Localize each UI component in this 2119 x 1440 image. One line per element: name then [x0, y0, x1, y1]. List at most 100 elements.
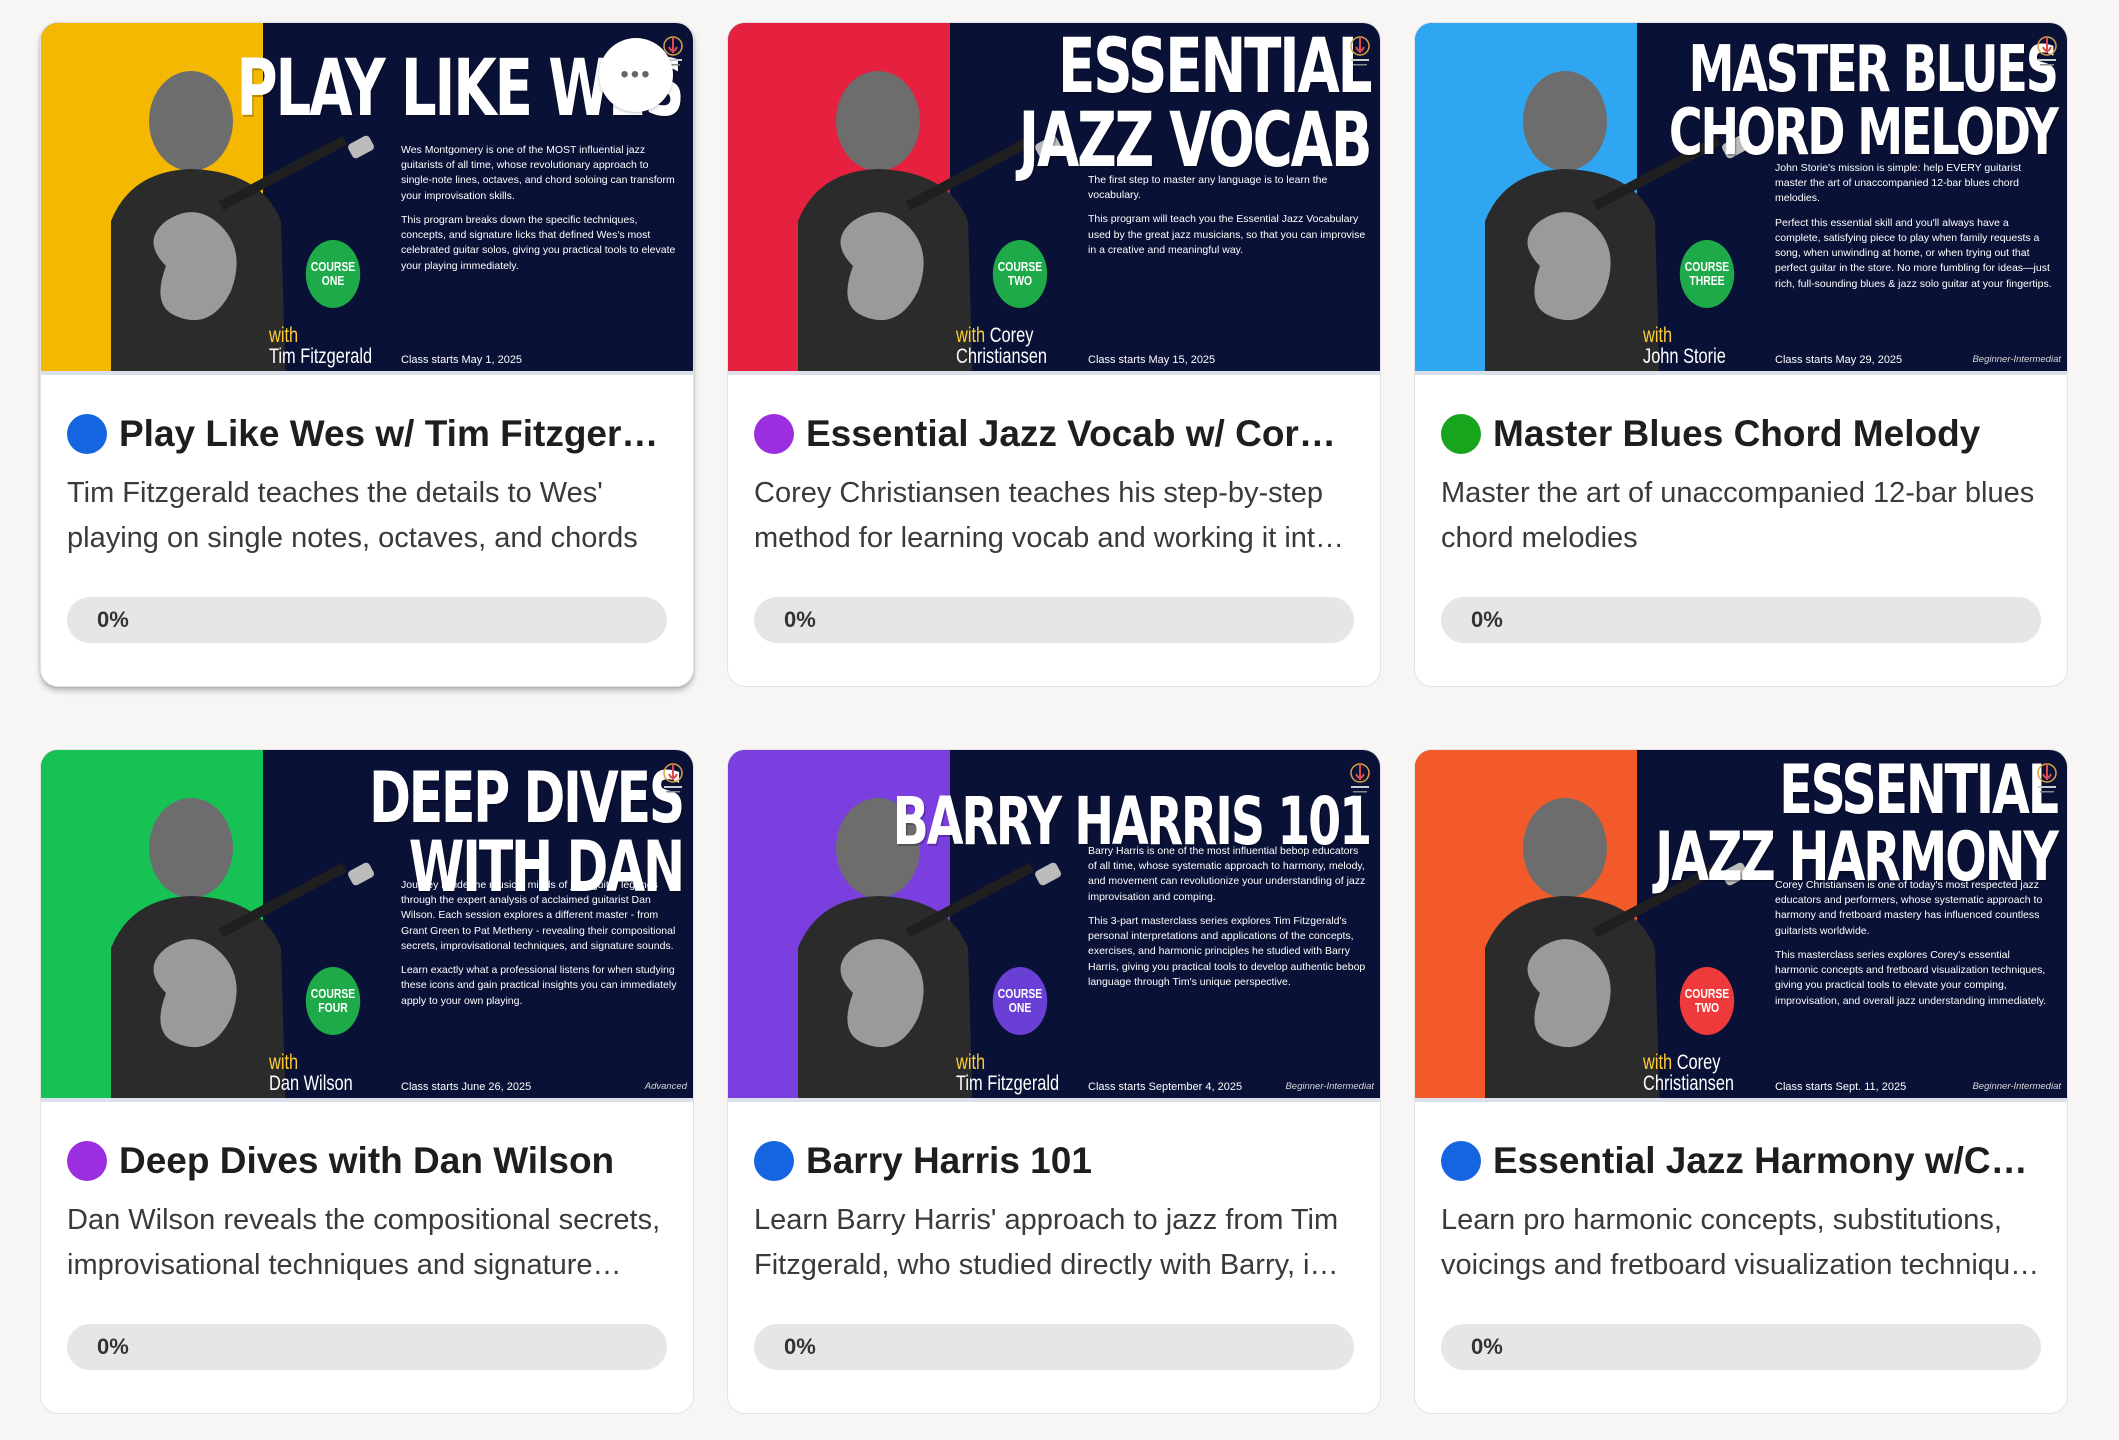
- course-number-badge: COURSE ONE: [305, 240, 361, 308]
- skill-level: Beginner-Intermediat: [1972, 1081, 2061, 1092]
- instructor-name: John Storie: [1643, 345, 1726, 368]
- thumbnail-bottom-border: [728, 1098, 1380, 1102]
- thumbnail-bottom-border: [1415, 1098, 2067, 1102]
- progress-label: 0%: [97, 607, 129, 632]
- course-card-3[interactable]: MASTER BLUES CHORD MELODY John Storie's m…: [1414, 22, 2068, 687]
- course-grid: PLAY LIKE WES Wes Montgomery is one of t…: [40, 22, 2068, 1414]
- instructor-name: Dan Wilson: [269, 1072, 353, 1095]
- course-card-1[interactable]: PLAY LIKE WES Wes Montgomery is one of t…: [40, 22, 694, 687]
- instructor-credit: with Tim Fitzgerald: [269, 325, 372, 367]
- course-color-dot-icon: [754, 1141, 794, 1181]
- with-word: with: [956, 324, 986, 347]
- course-title-row[interactable]: Deep Dives with Dan Wilson: [67, 1138, 667, 1184]
- course-title[interactable]: Essential Jazz Harmony w/Corey Christian…: [1493, 1140, 2041, 1182]
- course-description: Master the art of unaccompanied 12-bar b…: [1441, 477, 2035, 554]
- course-card-4[interactable]: DEEP DIVES WITH DAN Journey inside the mu…: [40, 749, 694, 1414]
- thumbnail-headline: ESSENTIAL JAZZ HARMONY: [1655, 757, 2059, 891]
- course-number-badge: COURSE ONE: [992, 967, 1048, 1035]
- instructor-credit: with Corey Christiansen: [1643, 1052, 1734, 1094]
- course-number-badge: COURSE FOUR: [305, 967, 361, 1035]
- thumbnail-description: John Storie's mission is simple: help EV…: [1775, 161, 2053, 301]
- course-thumbnail[interactable]: ESSENTIAL JAZZ VOCAB The first step to ma…: [728, 23, 1380, 375]
- skill-level: Beginner-Intermediat: [1285, 1081, 1374, 1092]
- course-title-row[interactable]: Barry Harris 101: [754, 1138, 1354, 1184]
- course-progress-bar: 0%: [67, 597, 667, 643]
- course-title[interactable]: Master Blues Chord Melody: [1493, 413, 1980, 455]
- with-word: with: [1643, 324, 1673, 347]
- instructor-credit: with Tim Fitzgerald: [956, 1052, 1059, 1094]
- thumbnail-description: Barry Harris is one of the most influent…: [1088, 844, 1366, 999]
- class-start-date: Class starts May 29, 2025: [1775, 354, 1903, 366]
- course-title[interactable]: Play Like Wes w/ Tim Fitzgerald: [119, 413, 667, 455]
- course-progress-bar: 0%: [1441, 597, 2041, 643]
- course-progress-bar: 0%: [1441, 1324, 2041, 1370]
- skill-level: Advanced: [644, 1081, 687, 1092]
- course-color-dot-icon: [67, 414, 107, 454]
- thumbnail-bottom-border: [1415, 371, 2067, 375]
- course-thumbnail[interactable]: BARRY HARRIS 101 Barry Harris is one of …: [728, 750, 1380, 1102]
- academy-logo-icon: [1346, 33, 1374, 69]
- with-word: with: [956, 1051, 986, 1074]
- with-word: with: [1643, 1051, 1673, 1074]
- progress-label: 0%: [784, 1334, 816, 1359]
- course-thumbnail[interactable]: MASTER BLUES CHORD MELODY John Storie's m…: [1415, 23, 2067, 375]
- course-number-badge: COURSE TWO: [1679, 967, 1735, 1035]
- class-start-date: Class starts May 15, 2025: [1088, 354, 1216, 366]
- course-color-dot-icon: [67, 1141, 107, 1181]
- course-color-dot-icon: [754, 414, 794, 454]
- course-description: Dan Wilson reveals the compositional sec…: [67, 1204, 661, 1281]
- thumbnail-description-paragraph: Perfect this essential skill and you'll …: [1775, 216, 2052, 290]
- more-horizontal-icon: •••: [620, 61, 652, 88]
- thumbnail-description-paragraph: Corey Christiansen is one of today's mos…: [1775, 879, 2043, 937]
- course-title[interactable]: Essential Jazz Vocab w/ Corey Christians…: [806, 413, 1354, 455]
- headline-line: ESSENTIAL: [1057, 23, 1373, 110]
- thumbnail-bottom-border: [41, 371, 693, 375]
- badge-text: COURSE TWO: [1684, 986, 1730, 1015]
- course-description: Tim Fitzgerald teaches the details to We…: [67, 477, 638, 554]
- course-color-dot-icon: [1441, 1141, 1481, 1181]
- course-number-badge: COURSE TWO: [992, 240, 1048, 308]
- badge-text: COURSE ONE: [997, 986, 1043, 1015]
- thumbnail-bottom-border: [41, 1098, 693, 1102]
- course-title-row[interactable]: Play Like Wes w/ Tim Fitzgerald: [67, 411, 667, 457]
- course-color-dot-icon: [1441, 414, 1481, 454]
- with-word: with: [269, 1051, 299, 1074]
- course-thumbnail[interactable]: ESSENTIAL JAZZ HARMONY Corey Christiansen…: [1415, 750, 2067, 1102]
- course-thumbnail[interactable]: DEEP DIVES WITH DAN Journey inside the mu…: [41, 750, 693, 1102]
- with-word: with: [269, 324, 299, 347]
- badge-text: COURSE FOUR: [310, 986, 356, 1015]
- course-number-badge: COURSE THREE: [1679, 240, 1735, 308]
- academy-logo-icon: [2033, 760, 2061, 796]
- academy-logo-icon: [2033, 33, 2061, 69]
- course-title-row[interactable]: Master Blues Chord Melody: [1441, 411, 2041, 457]
- more-options-button[interactable]: •••: [599, 38, 673, 112]
- course-thumbnail[interactable]: PLAY LIKE WES Wes Montgomery is one of t…: [41, 23, 693, 375]
- course-title-row[interactable]: Essential Jazz Vocab w/ Corey Christians…: [754, 411, 1354, 457]
- course-title[interactable]: Deep Dives with Dan Wilson: [119, 1140, 614, 1182]
- progress-label: 0%: [784, 607, 816, 632]
- thumbnail-description-paragraph: This program will teach you the Essentia…: [1088, 213, 1366, 256]
- headline-line: MASTER BLUES: [1688, 33, 2059, 107]
- course-title[interactable]: Barry Harris 101: [806, 1140, 1092, 1182]
- thumbnail-description: Journey inside the musical minds of jazz…: [401, 878, 679, 1018]
- thumbnail-description-paragraph: The first step to master any language is…: [1088, 174, 1328, 202]
- instructor-credit: with John Storie: [1643, 325, 1726, 367]
- instructor-credit: with Dan Wilson: [269, 1052, 353, 1094]
- badge-text: COURSE ONE: [310, 259, 356, 288]
- thumbnail-description: Wes Montgomery is one of the MOST influe…: [401, 143, 679, 283]
- course-title-row[interactable]: Essential Jazz Harmony w/Corey Christian…: [1441, 1138, 2041, 1184]
- course-card-5[interactable]: BARRY HARRIS 101 Barry Harris is one of …: [727, 749, 1381, 1414]
- headline-line: DEEP DIVES: [369, 757, 685, 839]
- course-card-6[interactable]: ESSENTIAL JAZZ HARMONY Corey Christiansen…: [1414, 749, 2068, 1414]
- course-card-body: Barry Harris 101 Learn Barry Harris' app…: [728, 1138, 1380, 1370]
- thumbnail-headline: MASTER BLUES CHORD MELODY: [1669, 33, 2059, 170]
- thumbnail-bottom-border: [728, 371, 1380, 375]
- instructor-name: Tim Fitzgerald: [956, 1072, 1060, 1095]
- thumbnail-description-paragraph: Journey inside the musical minds of jazz…: [401, 879, 676, 952]
- headline-line: CHORD MELODY: [1669, 95, 2059, 170]
- course-description: Learn pro harmonic concepts, substitutio…: [1441, 1204, 2041, 1281]
- thumbnail-description: Corey Christiansen is one of today's mos…: [1775, 878, 2053, 1018]
- skill-level: Beginner-Intermediat: [1972, 354, 2061, 365]
- course-card-2[interactable]: ESSENTIAL JAZZ VOCAB The first step to ma…: [727, 22, 1381, 687]
- thumbnail-description-paragraph: Barry Harris is one of the most influent…: [1088, 845, 1366, 903]
